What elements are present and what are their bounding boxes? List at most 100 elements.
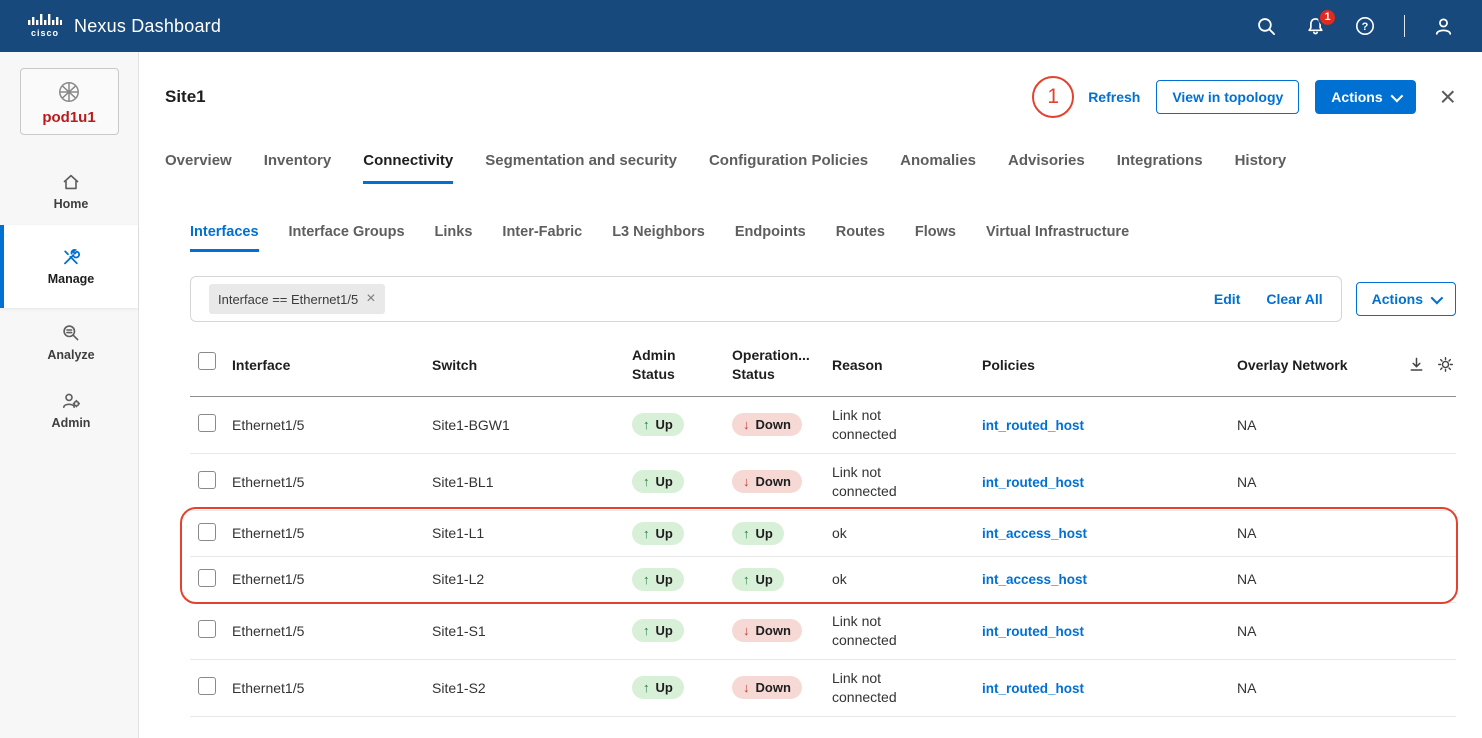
cell-reason: ok bbox=[832, 570, 916, 589]
row-checkbox[interactable] bbox=[198, 620, 216, 638]
cell-switch: Site1-BL1 bbox=[432, 474, 632, 490]
topbar-divider bbox=[1404, 15, 1405, 37]
table-row[interactable]: Ethernet1/5 Site1-S1 ↑Up ↓Down Link not … bbox=[190, 603, 1456, 660]
admin-status-badge: ↑Up bbox=[632, 619, 684, 642]
tab-anomalies[interactable]: Anomalies bbox=[900, 152, 976, 184]
cell-switch: Site1-L2 bbox=[432, 571, 632, 587]
col-oper-status: Operation... Status bbox=[732, 346, 820, 384]
cisco-wordmark: cisco bbox=[31, 28, 59, 38]
subtab-interface-groups[interactable]: Interface Groups bbox=[289, 224, 405, 252]
chip-close-icon[interactable]: × bbox=[366, 291, 375, 307]
policy-link[interactable]: int_routed_host bbox=[982, 681, 1084, 696]
up-arrow-icon: ↑ bbox=[643, 474, 650, 489]
oper-status-badge: ↑Up bbox=[732, 568, 784, 591]
refresh-button[interactable]: Refresh bbox=[1088, 89, 1140, 105]
actions-button-label: Actions bbox=[1331, 89, 1382, 105]
subtab-routes[interactable]: Routes bbox=[836, 224, 885, 252]
down-arrow-icon: ↓ bbox=[743, 680, 750, 695]
col-policies: Policies bbox=[982, 357, 1237, 373]
tab-integrations[interactable]: Integrations bbox=[1117, 152, 1203, 184]
table-row[interactable]: Ethernet1/5 Site1-S2 ↑Up ↓Down Link not … bbox=[190, 660, 1456, 717]
app-title: Nexus Dashboard bbox=[74, 16, 221, 37]
analyze-icon bbox=[61, 323, 81, 343]
tab-segmentation-security[interactable]: Segmentation and security bbox=[485, 152, 677, 184]
cell-switch: Site1-BGW1 bbox=[432, 417, 632, 433]
subtab-virtual-infrastructure[interactable]: Virtual Infrastructure bbox=[986, 224, 1129, 252]
filter-chip[interactable]: Interface == Ethernet1/5 × bbox=[209, 284, 385, 314]
oper-status-badge: ↑Up bbox=[732, 522, 784, 545]
cell-interface: Ethernet1/5 bbox=[232, 417, 432, 433]
user-profile-icon[interactable] bbox=[1433, 16, 1454, 37]
policy-link[interactable]: int_routed_host bbox=[982, 624, 1084, 639]
tab-history[interactable]: History bbox=[1235, 152, 1287, 184]
table-body: Ethernet1/5 Site1-BGW1 ↑Up ↓Down Link no… bbox=[190, 397, 1456, 717]
col-interface: Interface bbox=[232, 357, 432, 373]
row-checkbox[interactable] bbox=[198, 523, 216, 541]
notifications-bell-icon[interactable]: 1 bbox=[1305, 16, 1326, 37]
row-checkbox[interactable] bbox=[198, 677, 216, 695]
interfaces-table: Interface Switch Admin Status Operation.… bbox=[190, 338, 1456, 717]
search-icon[interactable] bbox=[1256, 16, 1277, 37]
down-arrow-icon: ↓ bbox=[743, 623, 750, 638]
admin-status-badge: ↑Up bbox=[632, 470, 684, 493]
filter-clear-all-button[interactable]: Clear All bbox=[1266, 291, 1322, 307]
sidebar-item-manage[interactable]: Manage bbox=[0, 225, 138, 308]
cell-interface: Ethernet1/5 bbox=[232, 525, 432, 541]
notification-count-badge: 1 bbox=[1318, 8, 1337, 27]
filter-edit-button[interactable]: Edit bbox=[1214, 291, 1240, 307]
tab-overview[interactable]: Overview bbox=[165, 152, 232, 184]
sidebar-item-admin[interactable]: Admin bbox=[0, 376, 138, 444]
select-all-checkbox[interactable] bbox=[198, 352, 216, 370]
policy-link[interactable]: int_access_host bbox=[982, 572, 1087, 587]
pod-selector[interactable]: pod1u1 bbox=[20, 68, 119, 135]
up-arrow-icon: ↑ bbox=[643, 572, 650, 587]
cell-reason: Link not connected bbox=[832, 612, 916, 650]
sidebar-item-analyze[interactable]: Analyze bbox=[0, 308, 138, 376]
table-row[interactable]: Ethernet1/5 Site1-L1 ↑Up ↑Up ok int_acce… bbox=[190, 511, 1456, 557]
col-switch: Switch bbox=[432, 357, 632, 373]
tab-inventory[interactable]: Inventory bbox=[264, 152, 332, 184]
subtab-flows[interactable]: Flows bbox=[915, 224, 956, 252]
tab-connectivity[interactable]: Connectivity bbox=[363, 152, 453, 184]
subtab-endpoints[interactable]: Endpoints bbox=[735, 224, 806, 252]
pod-name: pod1u1 bbox=[27, 109, 112, 126]
actions-button[interactable]: Actions bbox=[1315, 80, 1415, 114]
subtab-links[interactable]: Links bbox=[435, 224, 473, 252]
subtab-interfaces[interactable]: Interfaces bbox=[190, 224, 259, 252]
up-arrow-icon: ↑ bbox=[643, 417, 650, 432]
download-icon[interactable] bbox=[1408, 356, 1425, 373]
col-overlay-network: Overlay Network bbox=[1237, 357, 1367, 373]
tools-icon bbox=[61, 247, 81, 267]
tab-configuration-policies[interactable]: Configuration Policies bbox=[709, 152, 868, 184]
down-arrow-icon: ↓ bbox=[743, 417, 750, 432]
table-row[interactable]: Ethernet1/5 Site1-BGW1 ↑Up ↓Down Link no… bbox=[190, 397, 1456, 454]
oper-status-badge: ↓Down bbox=[732, 470, 802, 493]
view-in-topology-button[interactable]: View in topology bbox=[1156, 80, 1299, 114]
oper-status-badge: ↓Down bbox=[732, 413, 802, 436]
table-row[interactable]: Ethernet1/5 Site1-BL1 ↑Up ↓Down Link not… bbox=[190, 454, 1456, 511]
row-checkbox[interactable] bbox=[198, 414, 216, 432]
admin-status-badge: ↑Up bbox=[632, 413, 684, 436]
close-icon[interactable]: × bbox=[1440, 83, 1456, 111]
subtab-inter-fabric[interactable]: Inter-Fabric bbox=[502, 224, 582, 252]
admin-status-badge: ↑Up bbox=[632, 676, 684, 699]
row-checkbox[interactable] bbox=[198, 569, 216, 587]
table-header: Interface Switch Admin Status Operation.… bbox=[190, 338, 1456, 397]
table-actions-button[interactable]: Actions bbox=[1356, 282, 1456, 316]
filter-input[interactable]: Interface == Ethernet1/5 × Edit Clear Al… bbox=[190, 276, 1342, 322]
policy-link[interactable]: int_access_host bbox=[982, 526, 1087, 541]
sidebar-item-label: Admin bbox=[52, 416, 91, 430]
subtab-l3-neighbors[interactable]: L3 Neighbors bbox=[612, 224, 705, 252]
sidebar-item-home[interactable]: Home bbox=[0, 157, 138, 225]
row-checkbox[interactable] bbox=[198, 471, 216, 489]
table-row[interactable]: Ethernet1/5 Site1-L2 ↑Up ↑Up ok int_acce… bbox=[190, 557, 1456, 603]
column-settings-gear-icon[interactable] bbox=[1437, 356, 1454, 373]
filter-row: Interface == Ethernet1/5 × Edit Clear Al… bbox=[190, 276, 1456, 322]
main-tabs: Overview Inventory Connectivity Segmenta… bbox=[165, 152, 1456, 184]
table-actions-label: Actions bbox=[1372, 291, 1423, 307]
tab-advisories[interactable]: Advisories bbox=[1008, 152, 1085, 184]
policy-link[interactable]: int_routed_host bbox=[982, 418, 1084, 433]
policy-link[interactable]: int_routed_host bbox=[982, 475, 1084, 490]
cell-interface: Ethernet1/5 bbox=[232, 623, 432, 639]
help-icon[interactable]: ? bbox=[1354, 15, 1376, 37]
